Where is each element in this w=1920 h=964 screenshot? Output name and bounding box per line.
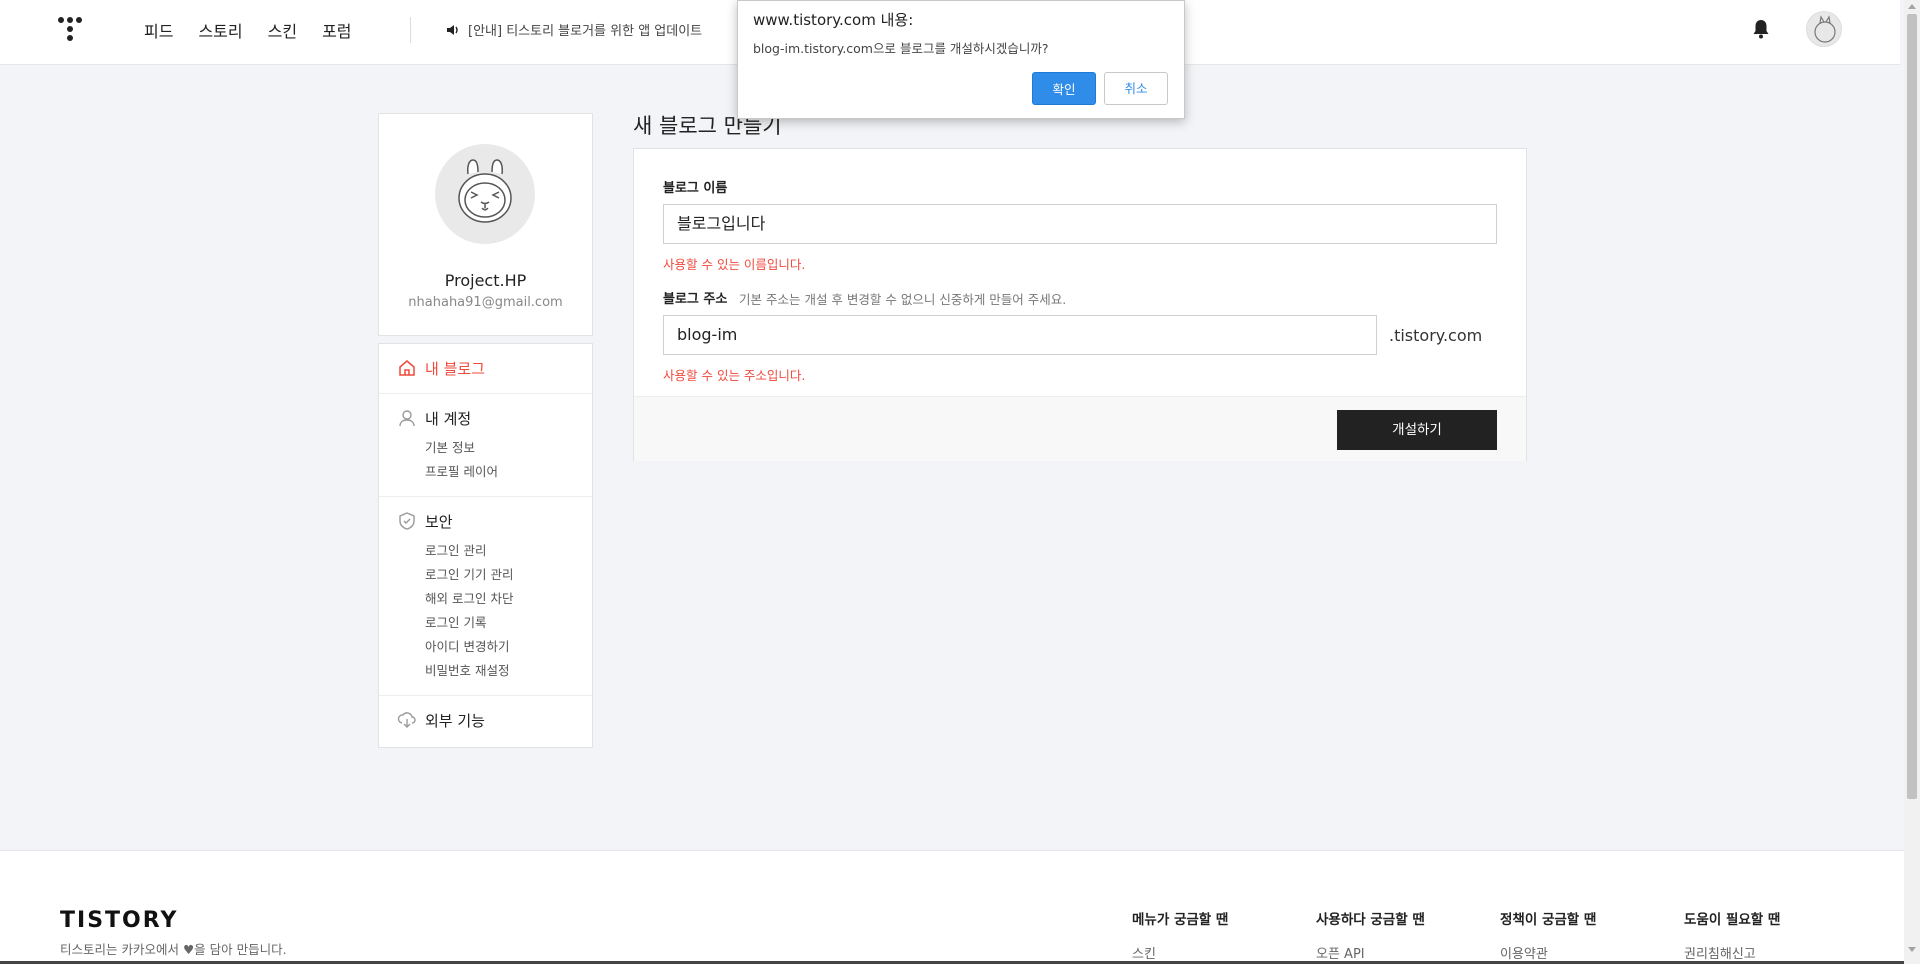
create-blog-form: 블로그 이름 블로그입니다 사용할 수 있는 이름입니다. 블로그 주소 기본 … xyxy=(633,148,1527,461)
nav-divider xyxy=(410,17,411,43)
scroll-down-icon[interactable] xyxy=(1908,947,1916,952)
sidebar-item-login-manage[interactable]: 로그인 관리 xyxy=(425,540,486,559)
dialog-title: www.tistory.com 내용: xyxy=(753,11,914,29)
cloud-download-icon xyxy=(397,712,416,728)
speaker-icon xyxy=(447,24,458,35)
user-avatar-icon xyxy=(1814,15,1836,43)
cancel-button[interactable]: 취소 xyxy=(1104,72,1168,105)
footer-link-report[interactable]: 권리침해신고 xyxy=(1684,943,1756,962)
bell-icon[interactable] xyxy=(1750,18,1772,40)
avatar[interactable] xyxy=(1806,11,1842,47)
scroll-thumb[interactable] xyxy=(1907,14,1917,799)
sidebar-item-account[interactable]: 내 계정 xyxy=(425,408,471,429)
footer-logo[interactable]: TISTORY xyxy=(60,908,178,933)
blog-address-input[interactable]: blog-im xyxy=(663,315,1377,355)
blog-name-label: 블로그 이름 xyxy=(663,181,728,196)
sidebar-section-security: 보안 로그인 관리 로그인 기기 관리 해외 로그인 차단 로그인 기록 아이디… xyxy=(379,497,592,696)
sidebar-item-profile-layer[interactable]: 프로필 레이어 xyxy=(425,461,498,480)
rabbit-avatar-icon xyxy=(458,159,512,223)
blog-name-valid-message: 사용할 수 있는 이름입니다. xyxy=(663,257,806,272)
footer-col-head-policy: 정책이 궁금할 땐 xyxy=(1500,912,1597,928)
sidebar-section-external: 외부 기능 xyxy=(379,696,592,748)
tistory-logo-icon[interactable] xyxy=(58,15,86,43)
blog-address-label: 블로그 주소 xyxy=(663,292,728,307)
sidebar-item-external[interactable]: 외부 기능 xyxy=(425,710,485,731)
nav-item-skin[interactable]: 스킨 xyxy=(268,18,297,42)
blog-address-help: 기본 주소는 개설 후 변경할 수 없으니 신중하게 만들어 주세요. xyxy=(739,292,1067,307)
create-blog-button[interactable]: 개설하기 xyxy=(1337,410,1497,450)
blog-name-input[interactable]: 블로그입니다 xyxy=(663,204,1497,244)
home-icon xyxy=(399,360,415,376)
dialog-message: blog-im.tistory.com으로 블로그를 개설하시겠습니까? xyxy=(753,41,1049,56)
profile-card: Project.HP nhahaha91@gmail.com xyxy=(378,113,593,336)
footer-link-open-api[interactable]: 오픈 API xyxy=(1316,943,1365,962)
footer-link-terms[interactable]: 이용약관 xyxy=(1500,943,1548,962)
site-footer: TISTORY 티스토리는 카카오에서 ♥을 담아 만듭니다. 메뉴가 궁금할 … xyxy=(0,850,1904,964)
footer-col-head-help: 도움이 필요할 땐 xyxy=(1684,912,1781,928)
footer-col-head-menu: 메뉴가 궁금할 땐 xyxy=(1132,912,1229,928)
profile-email: nhahaha91@gmail.com xyxy=(408,295,563,310)
sidebar-item-my-blog[interactable]: 내 블로그 xyxy=(425,358,485,379)
sidebar-item-overseas-block[interactable]: 해외 로그인 차단 xyxy=(425,588,513,607)
shield-icon xyxy=(399,512,415,530)
sidebar-item-basic-info[interactable]: 기본 정보 xyxy=(425,437,475,456)
sidebar-menu: 내 블로그 내 계정 기본 정보 프로필 레이어 보안 로그인 관리 로그인 기… xyxy=(378,343,593,748)
sidebar-item-login-devices[interactable]: 로그인 기기 관리 xyxy=(425,564,513,583)
profile-avatar xyxy=(435,144,535,244)
blog-address-suffix: .tistory.com xyxy=(1389,326,1483,345)
sidebar-section-account: 내 계정 기본 정보 프로필 레이어 xyxy=(379,394,592,497)
confirm-dialog: www.tistory.com 내용: blog-im.tistory.com으… xyxy=(737,0,1185,119)
user-icon xyxy=(399,410,415,427)
nav-item-forum[interactable]: 포럼 xyxy=(322,18,351,42)
nav-item-feed[interactable]: 피드 xyxy=(144,18,173,42)
main-nav: 피드 스토리 스킨 포럼 xyxy=(144,18,352,42)
sidebar-section-my-blog: 내 블로그 xyxy=(379,344,592,394)
notice-link[interactable]: [안내] 티스토리 블로거를 위한 앱 업데이트 xyxy=(446,20,702,39)
confirm-button[interactable]: 확인 xyxy=(1032,72,1096,105)
blog-address-valid-message: 사용할 수 있는 주소입니다. xyxy=(663,368,806,383)
sidebar-item-security[interactable]: 보안 xyxy=(425,511,453,532)
footer-link-skin[interactable]: 스킨 xyxy=(1132,943,1156,962)
profile-name: Project.HP xyxy=(444,271,527,290)
scroll-up-icon[interactable] xyxy=(1908,4,1916,9)
sidebar-item-change-id[interactable]: 아이디 변경하기 xyxy=(425,636,509,655)
footer-col-head-usage: 사용하다 궁금할 땐 xyxy=(1316,912,1425,928)
notice-text: [안내] 티스토리 블로거를 위한 앱 업데이트 xyxy=(468,24,703,39)
nav-item-story[interactable]: 스토리 xyxy=(198,18,242,42)
sidebar-item-reset-password[interactable]: 비밀번호 재설정 xyxy=(425,660,509,679)
sidebar-item-login-history[interactable]: 로그인 기록 xyxy=(425,612,486,631)
page-scrollbar[interactable] xyxy=(1904,0,1920,964)
footer-tagline: 티스토리는 카카오에서 ♥을 담아 만듭니다. xyxy=(60,942,287,957)
